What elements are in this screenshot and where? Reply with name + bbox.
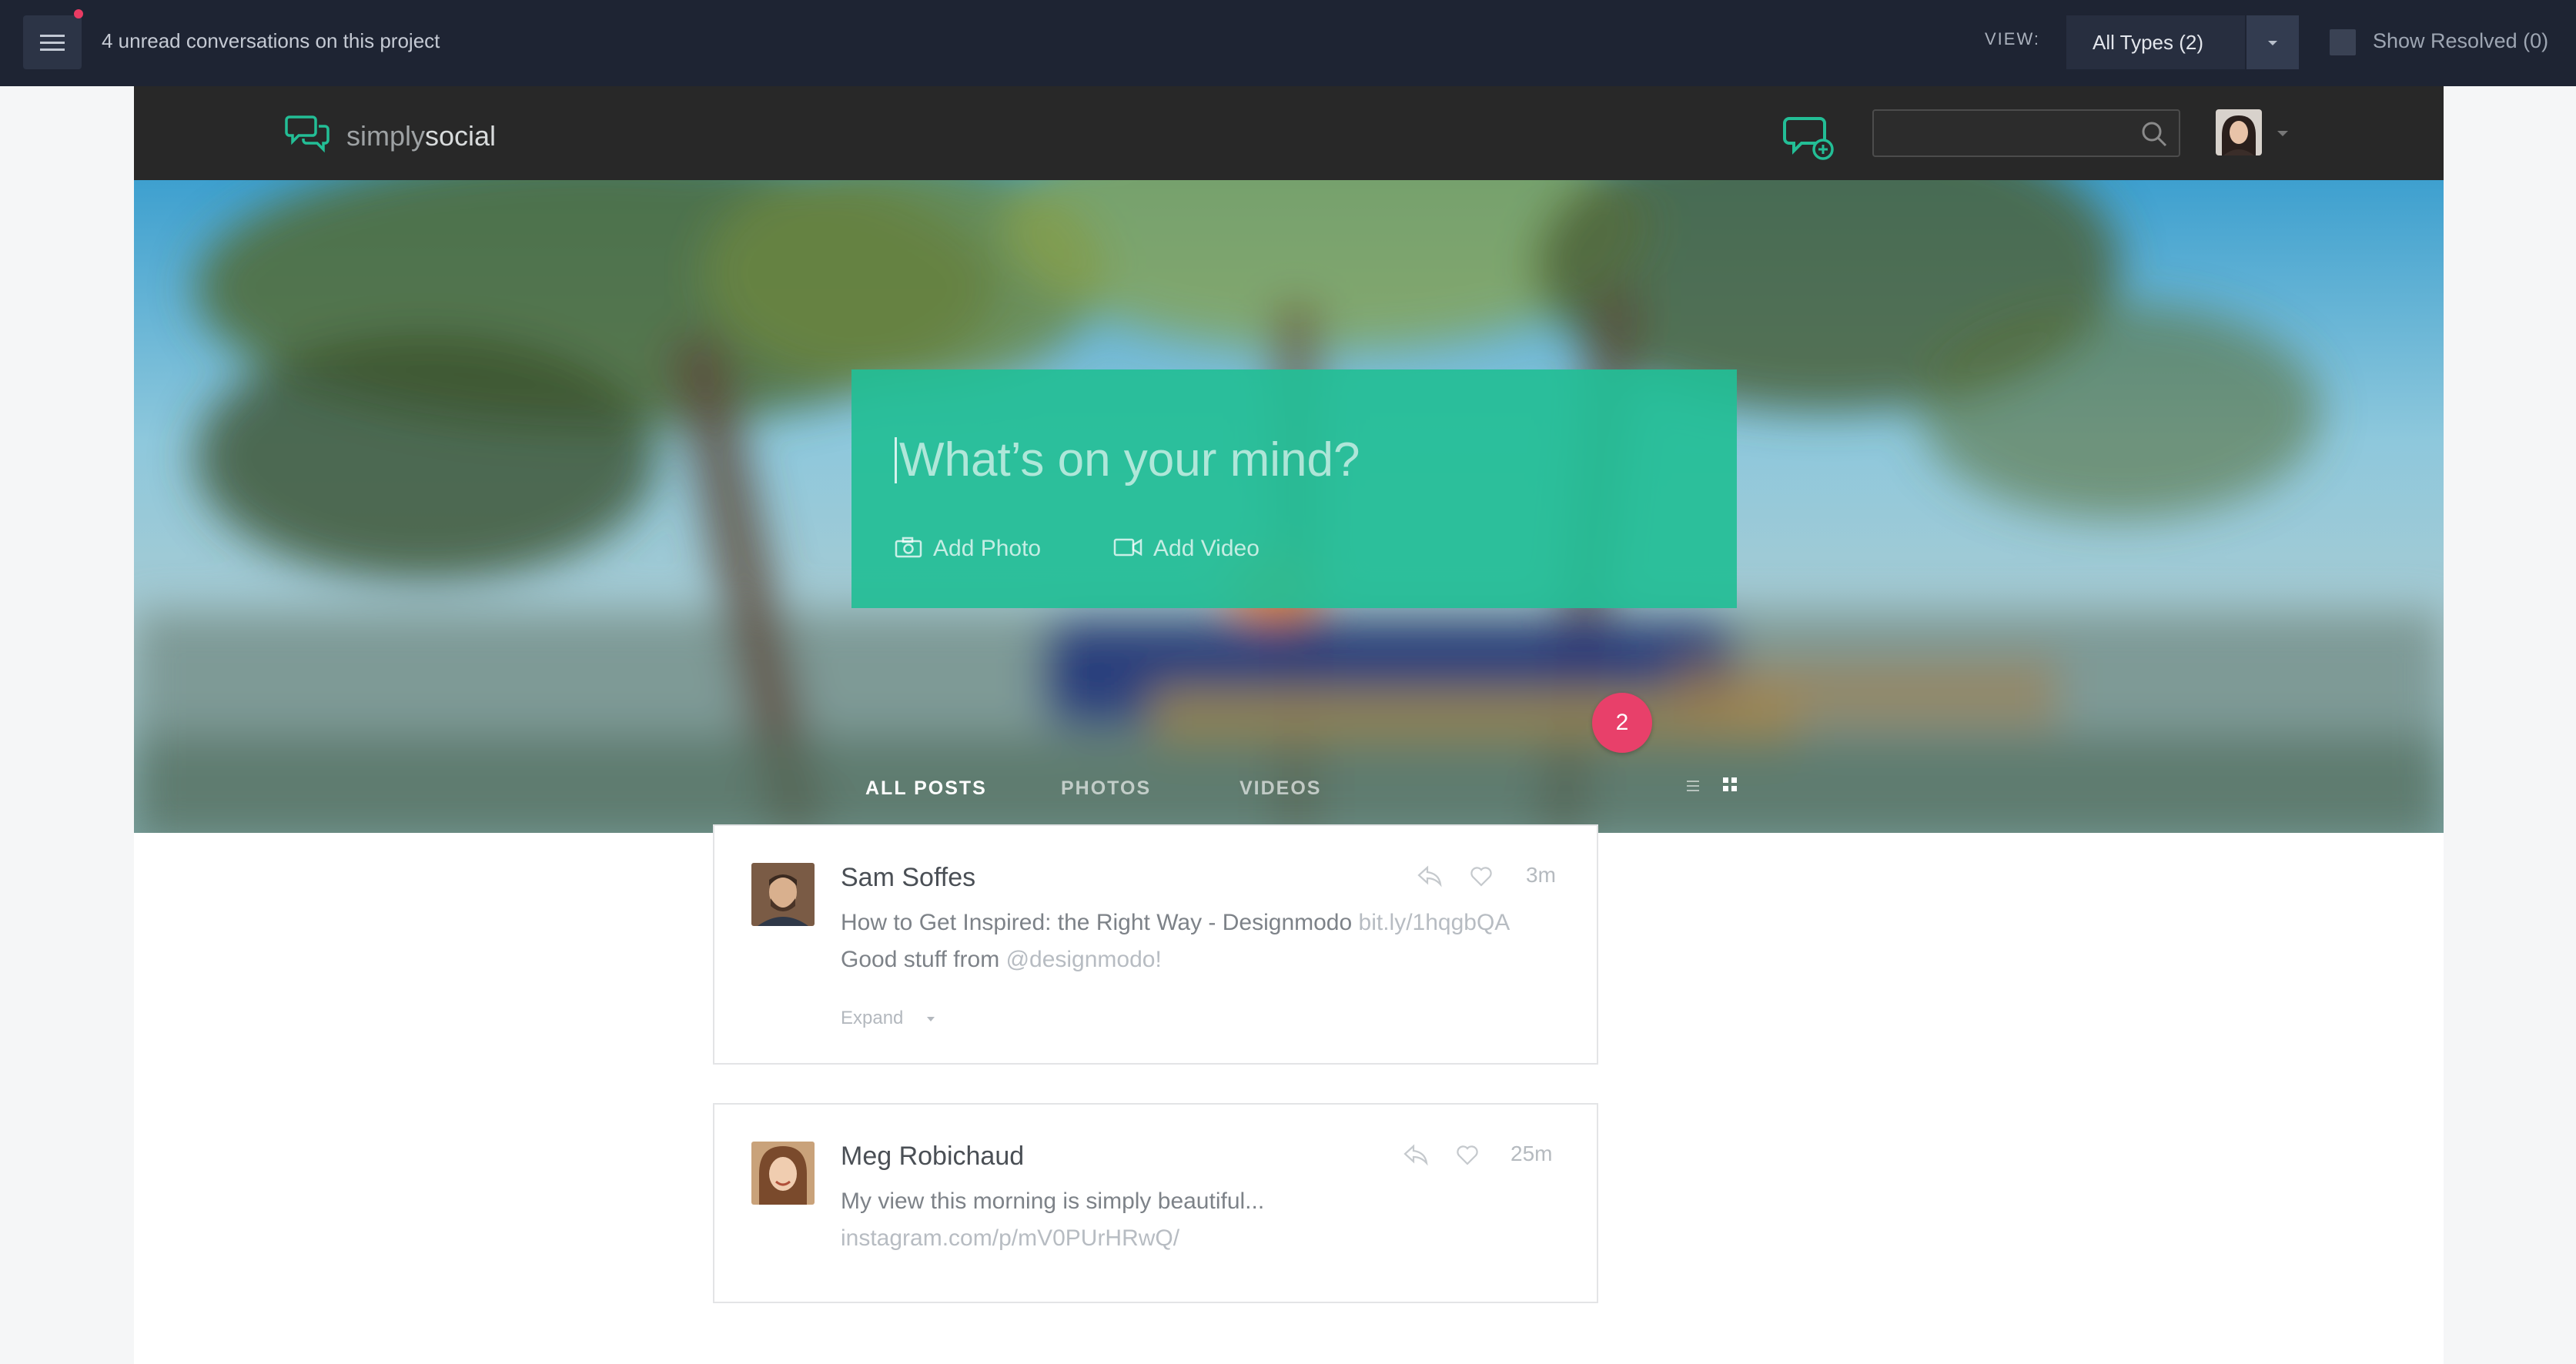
add-video-button[interactable]: Add Video xyxy=(1113,536,1260,562)
notification-dot xyxy=(74,9,83,18)
tab-videos[interactable]: VIDEOS xyxy=(1239,777,1321,800)
review-toolbar: 4 unread conversations on this project V… xyxy=(0,0,2576,86)
add-photo-button[interactable]: Add Photo xyxy=(895,536,1041,562)
tab-all-posts[interactable]: ALL POSTS xyxy=(865,777,987,800)
hero-banner: What’s on your mind? Add Photo Add Video… xyxy=(134,180,2444,833)
heart-icon[interactable] xyxy=(1469,864,1494,888)
reply-icon[interactable] xyxy=(1417,864,1443,888)
post-card: Meg Robichaud 25m My view this morning i… xyxy=(713,1103,1598,1303)
text-cursor xyxy=(895,437,897,483)
avatar[interactable] xyxy=(751,863,815,926)
post-text-body: My view this morning is simply beautiful… xyxy=(841,1188,1265,1214)
post-text: How to Get Inspired: the Right Way - Des… xyxy=(841,904,1564,978)
heart-icon[interactable] xyxy=(1455,1143,1480,1166)
post-timestamp: 25m xyxy=(1510,1142,1553,1165)
camera-icon xyxy=(895,537,922,558)
post-link[interactable]: bit.ly/1hqgbQA xyxy=(1359,910,1510,935)
add-photo-label: Add Photo xyxy=(933,536,1042,561)
tab-photos[interactable]: PHOTOS xyxy=(1061,777,1151,800)
author-avatar-image xyxy=(751,1142,815,1205)
author-avatar-image xyxy=(751,863,815,926)
chat-bubbles-icon xyxy=(285,115,330,153)
menu-button[interactable] xyxy=(23,9,83,69)
post-input[interactable]: What’s on your mind? xyxy=(899,433,1360,487)
reply-icon[interactable] xyxy=(1403,1143,1429,1166)
chevron-down-icon[interactable] xyxy=(927,1017,935,1021)
hamburger-icon xyxy=(40,35,65,37)
logo[interactable]: simplysocial xyxy=(346,120,496,152)
hamburger-icon-line xyxy=(40,48,65,51)
show-resolved-label[interactable]: Show Resolved (0) xyxy=(2373,29,2548,53)
post-text-body-2: Good stuff from xyxy=(841,947,1000,972)
post-composer[interactable]: What’s on your mind? Add Photo Add Video xyxy=(851,369,1737,608)
logo-part-social: social xyxy=(425,120,497,152)
view-label: VIEW: xyxy=(1985,29,2040,48)
grid-view-icon[interactable] xyxy=(1721,776,1738,793)
search-icon[interactable] xyxy=(2140,120,2168,148)
post-link[interactable]: instagram.com/p/mV0PUrHRwQ/ xyxy=(841,1225,1179,1251)
chevron-down-icon[interactable] xyxy=(2277,131,2288,136)
app-header: simplysocial xyxy=(134,86,2444,180)
user-avatar-image xyxy=(2216,109,2262,155)
conversation-count-badge[interactable]: 2 xyxy=(1592,693,1652,753)
unread-conversations-text[interactable]: 4 unread conversations on this project xyxy=(102,29,440,53)
video-camera-icon xyxy=(1113,538,1142,557)
show-resolved-checkbox[interactable] xyxy=(2330,29,2356,55)
author-name[interactable]: Meg Robichaud xyxy=(841,1142,1024,1172)
search-input[interactable] xyxy=(1872,109,2180,157)
post-card: Sam Soffes 3m How to Get Inspired: the R… xyxy=(713,824,1598,1065)
type-select-dropdown-button[interactable] xyxy=(2246,15,2299,69)
logo-part-simply: simply xyxy=(346,120,426,152)
post-text: My view this morning is simply beautiful… xyxy=(841,1183,1564,1257)
post-mention[interactable]: @designmodo! xyxy=(1006,947,1162,972)
avatar[interactable] xyxy=(751,1142,815,1205)
new-conversation-icon[interactable] xyxy=(1783,114,1835,162)
author-name[interactable]: Sam Soffes xyxy=(841,863,975,893)
type-select[interactable]: All Types (2) xyxy=(2066,15,2245,69)
post-text-body: How to Get Inspired: the Right Way - Des… xyxy=(841,910,1353,935)
hamburger-icon-line xyxy=(40,42,65,44)
post-timestamp: 3m xyxy=(1526,863,1556,887)
avatar[interactable] xyxy=(2216,109,2262,155)
expand-button[interactable]: Expand xyxy=(841,1008,903,1029)
add-video-label: Add Video xyxy=(1153,536,1260,561)
list-view-icon[interactable] xyxy=(1684,777,1701,794)
